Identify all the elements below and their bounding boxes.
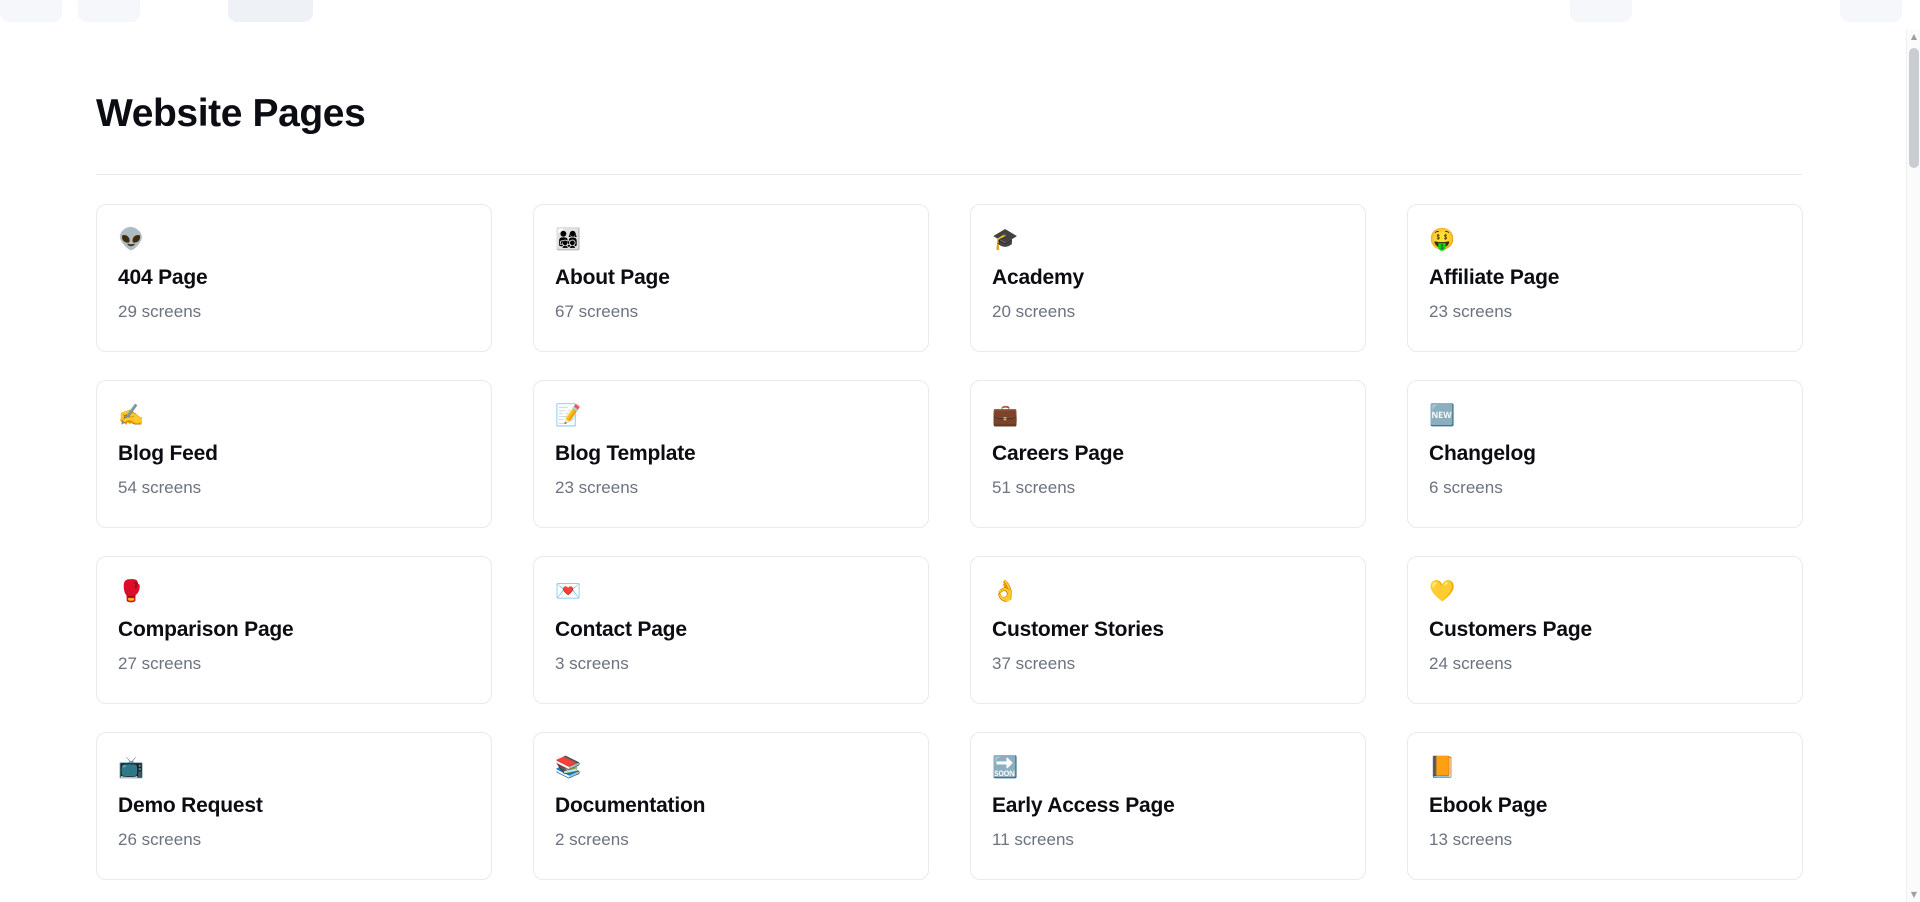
page-card-screen-count: 26 screens <box>118 830 202 850</box>
page-card-title: Affiliate Page <box>1429 265 1560 289</box>
scroll-down-arrow-icon[interactable]: ▼ <box>1907 888 1920 902</box>
family-icon: 👨‍👩‍👧‍👦 <box>555 226 582 251</box>
page-card[interactable]: 👌 Customer Stories 37 screens <box>970 555 1366 704</box>
page-card-title: Blog Template <box>555 441 696 465</box>
soon-badge-icon: 🔜 <box>992 754 1019 779</box>
page-card-screen-count: 2 screens <box>555 830 629 850</box>
website-pages-grid: 👽 404 Page 29 screens 👨‍👩‍👧‍👦 About Page 67 s… <box>96 203 1824 880</box>
page-card-title: Customers Page <box>1429 617 1592 641</box>
page-card[interactable]: 🎓 Academy 20 screens <box>970 203 1366 352</box>
page-card[interactable]: 📺 Demo Request 26 screens <box>96 731 492 880</box>
chrome-pill-4[interactable] <box>1570 0 1632 22</box>
page-card-screen-count: 23 screens <box>1429 302 1513 322</box>
page-card-title: 404 Page <box>118 265 208 289</box>
chrome-pill-1[interactable] <box>0 0 62 22</box>
page-card[interactable]: 📙 Ebook Page 13 screens <box>1407 731 1803 880</box>
page-card[interactable]: 💛 Customers Page 24 screens <box>1407 555 1803 704</box>
boxing-glove-icon: 🥊 <box>118 578 145 603</box>
page-card-screen-count: 23 screens <box>555 478 639 498</box>
page-card-title: Blog Feed <box>118 441 218 465</box>
page-card[interactable]: 📚 Documentation 2 screens <box>533 731 929 880</box>
page-card-screen-count: 67 screens <box>555 302 639 322</box>
page-card[interactable]: 💼 Careers Page 51 screens <box>970 379 1366 528</box>
graduation-cap-icon: 🎓 <box>992 226 1019 251</box>
orange-book-icon: 📙 <box>1429 754 1456 779</box>
page-card[interactable]: 💌 Contact Page 3 screens <box>533 555 929 704</box>
scrollbar-thumb[interactable] <box>1909 48 1919 168</box>
television-icon: 📺 <box>118 754 145 779</box>
page-card[interactable]: 🆕 Changelog 6 screens <box>1407 379 1803 528</box>
page-card-screen-count: 13 screens <box>1429 830 1513 850</box>
page-card-title: Contact Page <box>555 617 687 641</box>
page-card-title: Changelog <box>1429 441 1536 465</box>
money-mouth-face-icon: 🤑 <box>1429 226 1456 251</box>
scroll-up-arrow-icon[interactable]: ▲ <box>1907 30 1920 44</box>
chrome-pill-3[interactable] <box>228 0 313 22</box>
page-card-title: Documentation <box>555 793 706 817</box>
page-card-screen-count: 11 screens <box>992 830 1074 850</box>
page-card[interactable]: 👽 404 Page 29 screens <box>96 203 492 352</box>
scroll-viewport: Website Pages 👽 404 Page 29 screens 👨‍👩‍👧‍👦… <box>0 30 1920 902</box>
memo-icon: 📝 <box>555 402 582 427</box>
page-card-screen-count: 6 screens <box>1429 478 1503 498</box>
page-card-screen-count: 3 screens <box>555 654 629 674</box>
page-card-title: Demo Request <box>118 793 263 817</box>
briefcase-icon: 💼 <box>992 402 1019 427</box>
love-letter-icon: 💌 <box>555 578 582 603</box>
page-card-title: Customer Stories <box>992 617 1164 641</box>
chrome-pill-5[interactable] <box>1840 0 1902 22</box>
page-card-title: Careers Page <box>992 441 1124 465</box>
page-card-title: Comparison Page <box>118 617 294 641</box>
page-card[interactable]: 🔜 Early Access Page 11 screens <box>970 731 1366 880</box>
page-card[interactable]: 👨‍👩‍👧‍👦 About Page 67 screens <box>533 203 929 352</box>
page-card-title: Ebook Page <box>1429 793 1548 817</box>
page-card[interactable]: 📝 Blog Template 23 screens <box>533 379 929 528</box>
page-card-screen-count: 54 screens <box>118 478 202 498</box>
ok-hand-icon: 👌 <box>992 578 1019 603</box>
books-icon: 📚 <box>555 754 582 779</box>
page-content: Website Pages 👽 404 Page 29 screens 👨‍👩‍👧‍👦… <box>0 30 1920 880</box>
page-card-title: Early Access Page <box>992 793 1175 817</box>
page-card-screen-count: 20 screens <box>992 302 1076 322</box>
page-card-title: About Page <box>555 265 670 289</box>
new-badge-icon: 🆕 <box>1429 402 1456 427</box>
page-card[interactable]: 🤑 Affiliate Page 23 screens <box>1407 203 1803 352</box>
page-card-screen-count: 24 screens <box>1429 654 1513 674</box>
title-divider <box>96 173 1802 175</box>
page-card[interactable]: 🥊 Comparison Page 27 screens <box>96 555 492 704</box>
page-card-title: Academy <box>992 265 1084 289</box>
chrome-pill-2[interactable] <box>78 0 140 22</box>
page-card[interactable]: ✍️ Blog Feed 54 screens <box>96 379 492 528</box>
page-card-screen-count: 27 screens <box>118 654 202 674</box>
page-card-screen-count: 37 screens <box>992 654 1076 674</box>
writing-hand-icon: ✍️ <box>118 402 145 427</box>
page-card-screen-count: 51 screens <box>992 478 1076 498</box>
page-card-screen-count: 29 screens <box>118 302 202 322</box>
page-title: Website Pages <box>96 92 366 135</box>
yellow-heart-icon: 💛 <box>1429 578 1456 603</box>
vertical-scrollbar[interactable]: ▲ ▼ <box>1906 30 1920 902</box>
top-chrome-strip <box>0 0 1920 30</box>
alien-icon: 👽 <box>118 226 145 251</box>
